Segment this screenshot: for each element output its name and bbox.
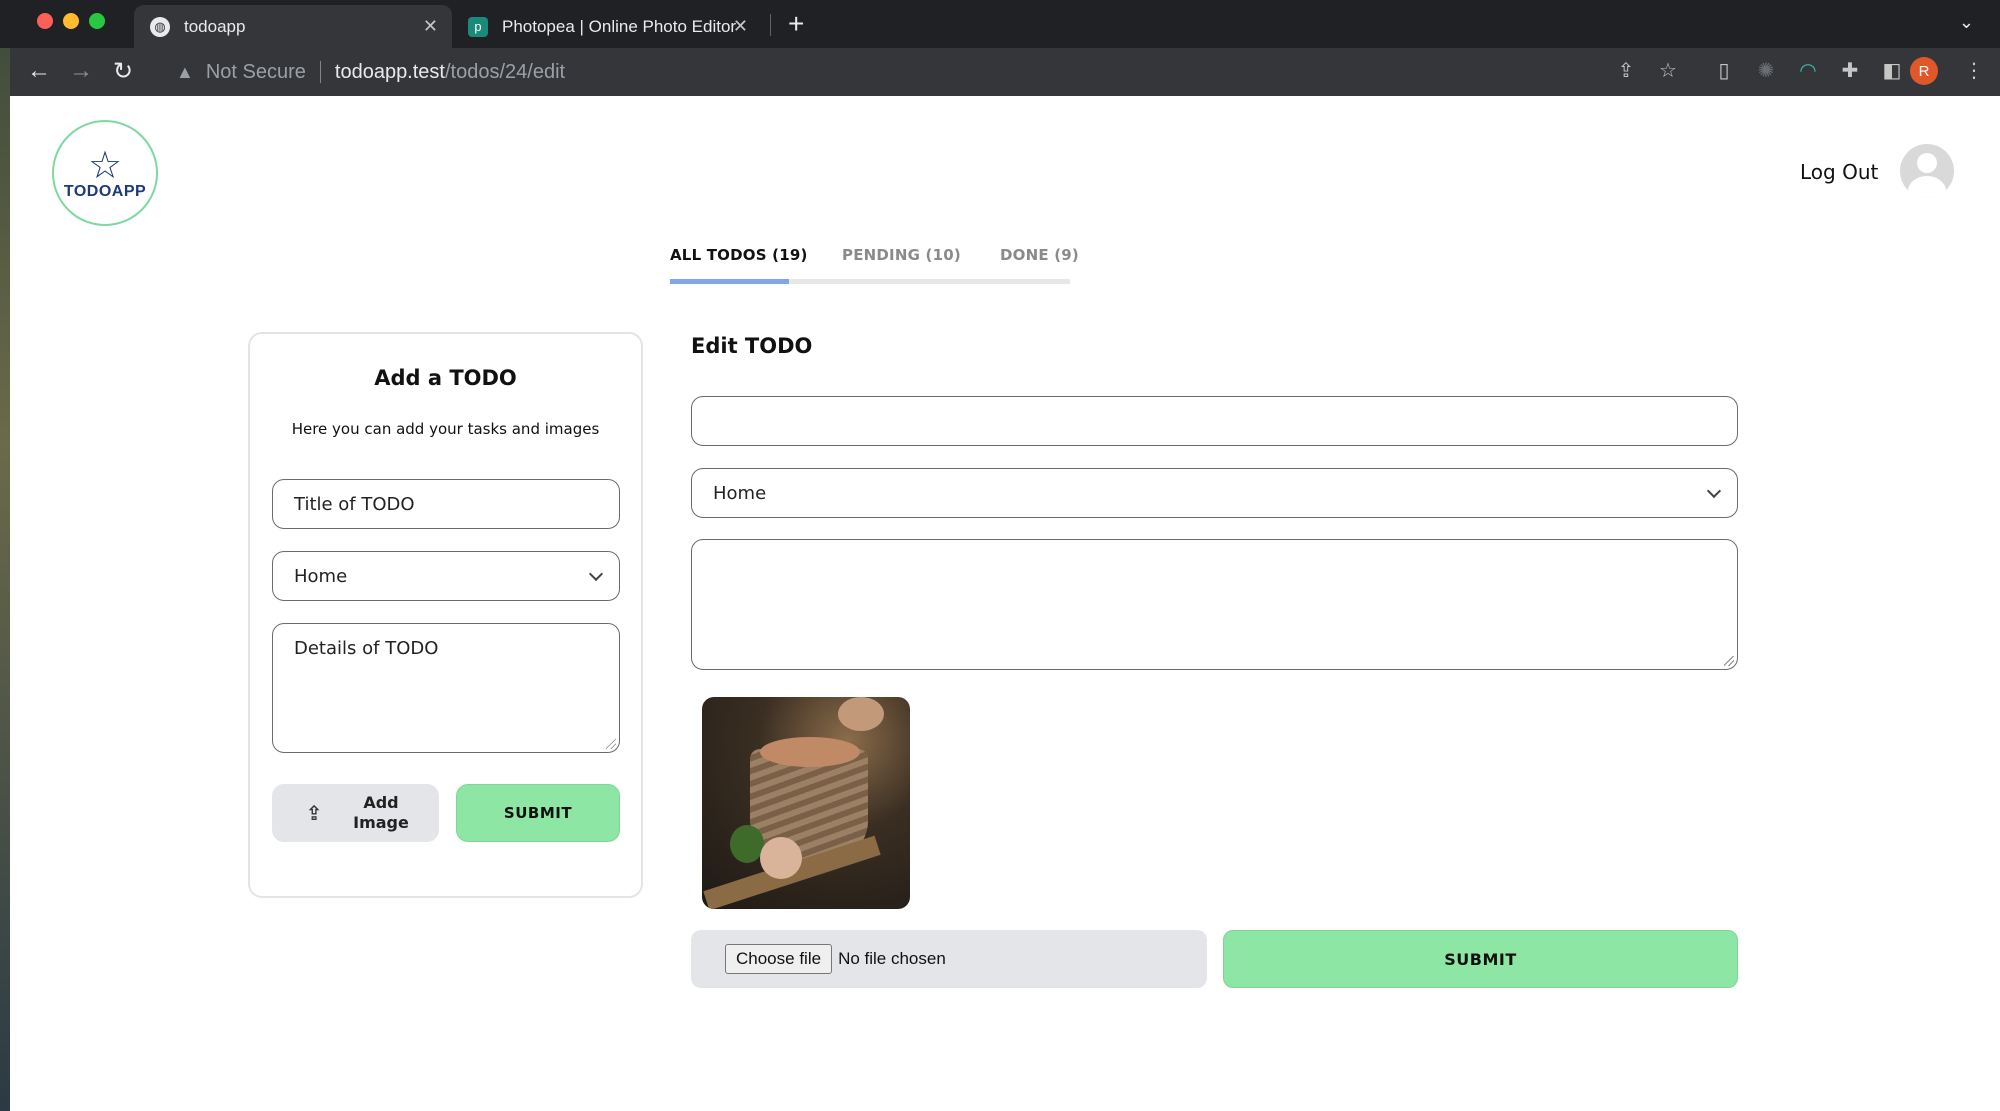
avatar-head xyxy=(1917,153,1937,173)
edit-submit-button[interactable]: SUBMIT xyxy=(1223,930,1738,988)
details-placeholder: Details of TODO xyxy=(294,638,439,659)
browser-tab-bar: ◍ todoapp ✕ p Photopea | Online Photo Ed… xyxy=(0,0,2000,48)
profile-avatar[interactable]: R xyxy=(1910,57,1938,85)
forward-arrow-icon[interactable]: → xyxy=(66,57,96,85)
app-logo[interactable]: ☆ TODOAPP xyxy=(52,120,158,226)
page: ☆ TODOAPP Log Out ALL TODOS (19) PENDING… xyxy=(10,96,2000,1111)
puzzle-icon[interactable]: ✚ xyxy=(1836,58,1864,83)
logo-text: TODOAPP xyxy=(63,183,147,200)
tab-active-indicator xyxy=(670,279,789,284)
url-path: /todos/24/edit xyxy=(444,60,566,83)
url-host: todoapp.test xyxy=(334,60,445,83)
onion1 xyxy=(760,837,802,879)
category-value: Home xyxy=(294,565,348,587)
close-icon[interactable]: ✕ xyxy=(733,16,748,37)
share-icon[interactable]: ⇪ xyxy=(1612,58,1640,83)
window-minimize-button[interactable] xyxy=(63,13,79,29)
resize-handle[interactable] xyxy=(1724,656,1734,666)
tab-done[interactable]: DONE (9) xyxy=(1000,246,1079,264)
add-todo-card: Add a TODO Here you can add your tasks a… xyxy=(248,332,643,898)
tab-pending[interactable]: PENDING (10) xyxy=(842,246,961,264)
todo-title-input[interactable]: Title of TODO xyxy=(272,479,620,529)
edit-details-textarea[interactable] xyxy=(691,539,1738,670)
todo-image-thumbnail xyxy=(702,697,910,909)
tab-divider xyxy=(770,14,771,36)
choose-file-button[interactable]: Choose file xyxy=(725,944,833,974)
reload-icon[interactable]: ↻ xyxy=(108,57,138,86)
file-status: No file chosen xyxy=(838,949,946,968)
herb xyxy=(730,825,764,863)
chevron-down-icon xyxy=(588,566,604,582)
close-icon[interactable]: ✕ xyxy=(423,16,438,37)
logout-link[interactable]: Log Out xyxy=(1800,160,1878,184)
phone-icon[interactable]: ▯ xyxy=(1710,58,1738,83)
edit-todo-heading: Edit TODO xyxy=(691,334,813,358)
browser-tab-photopea[interactable]: p Photopea | Online Photo Editor ✕ xyxy=(462,5,762,48)
edit-category-select[interactable]: Home xyxy=(691,468,1738,518)
add-todo-subtitle: Here you can add your tasks and images xyxy=(291,420,600,438)
add-todo-title: Add a TODO xyxy=(374,366,517,390)
todo-filter-tabs: ALL TODOS (19) PENDING (10) DONE (9) xyxy=(670,246,1080,286)
upload-cloud-icon: ⇪ xyxy=(305,801,323,825)
window-zoom-button[interactable] xyxy=(89,13,105,29)
edit-title-input[interactable] xyxy=(691,396,1738,446)
tab-title: todoapp xyxy=(184,16,246,36)
star-icon: ☆ xyxy=(87,145,123,187)
add-image-button[interactable]: ⇪ Add Image xyxy=(272,784,439,842)
bookmark-star-icon[interactable]: ☆ xyxy=(1654,58,1682,83)
address-bar[interactable]: ▲ Not Secure todoapp.test /todos/24/edit xyxy=(154,54,1554,90)
avatar-body xyxy=(1908,176,1946,198)
window-close-button[interactable] xyxy=(37,13,53,29)
chevron-down-icon[interactable]: ⌄ xyxy=(1959,12,1974,33)
browser-tab-todoapp[interactable]: ◍ todoapp ✕ xyxy=(134,5,452,48)
onion2 xyxy=(838,697,884,731)
chevron-down-icon xyxy=(1706,483,1722,499)
address-divider xyxy=(319,61,321,83)
category-select[interactable]: Home xyxy=(272,551,620,601)
photopea-icon: p xyxy=(468,16,488,37)
extension-arc-icon[interactable]: ◠ xyxy=(1794,58,1822,83)
bowl xyxy=(760,737,860,767)
add-image-label: Add Image xyxy=(353,793,409,832)
edit-category-value: Home xyxy=(713,482,767,504)
resize-handle[interactable] xyxy=(606,739,616,749)
browser-toolbar: ← → ↻ ▲ Not Secure todoapp.test /todos/2… xyxy=(10,48,2000,96)
warning-icon: ▲ xyxy=(176,61,194,82)
user-avatar[interactable] xyxy=(1900,144,1954,198)
extension-gear-icon[interactable]: ✺ xyxy=(1752,58,1780,83)
new-tab-button[interactable]: + xyxy=(788,8,804,40)
side-panel-icon[interactable]: ◧ xyxy=(1878,58,1906,83)
tab-all-todos[interactable]: ALL TODOS (19) xyxy=(670,246,808,264)
back-arrow-icon[interactable]: ← xyxy=(24,57,54,85)
tab-title: Photopea | Online Photo Editor xyxy=(502,16,737,36)
globe-icon: ◍ xyxy=(150,16,170,37)
add-submit-button[interactable]: SUBMIT xyxy=(456,784,620,842)
more-menu-icon[interactable]: ⋮ xyxy=(1960,58,1988,83)
file-input: Choose file No file chosen xyxy=(691,930,1207,988)
todo-details-textarea[interactable]: Details of TODO xyxy=(272,623,620,753)
security-label: Not Secure xyxy=(205,60,306,83)
